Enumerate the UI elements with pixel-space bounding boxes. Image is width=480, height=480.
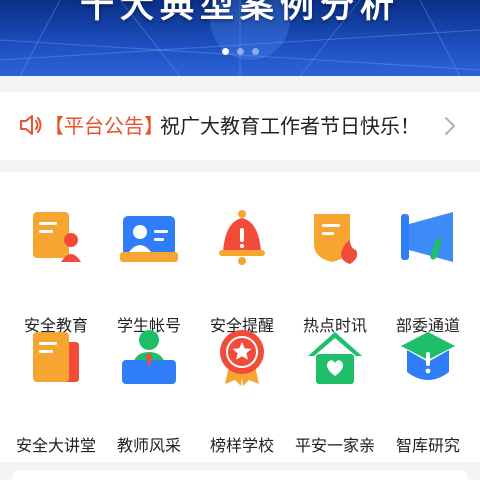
ministry-channel-megaphone-icon	[401, 212, 453, 262]
next-section-card	[12, 470, 468, 480]
announcement-text[interactable]: 祝广大教育工作者节日快乐！	[160, 114, 420, 138]
grid-item-think-tank[interactable]: 智库研究	[380, 328, 476, 455]
grid-item-ministry-channel[interactable]: 部委通道	[380, 208, 476, 335]
grid-item-label: 智库研究	[395, 436, 460, 455]
carousel-indicator	[0, 48, 480, 55]
function-grid: 安全教育 学生帐号 安全提醒 热点时讯 部委通道 安全大讲堂 教师风采 榜样学校…	[0, 172, 480, 462]
carousel-dot-1[interactable]	[221, 48, 229, 55]
banner-title: 十大典型案例分析	[80, 0, 400, 26]
safety-lecture-icon	[33, 332, 79, 382]
carousel-dot-3[interactable]	[251, 48, 259, 55]
grid-item-safety-alert[interactable]: 安全提醒	[194, 208, 290, 335]
student-account-icon	[120, 216, 178, 262]
chevron-right-icon[interactable]	[440, 114, 460, 138]
safety-alert-bell-icon	[219, 210, 265, 265]
grid-item-hot-news[interactable]: 热点时讯	[287, 208, 383, 335]
carousel-dot-2[interactable]	[236, 48, 244, 55]
grid-item-model-school[interactable]: 榜样学校	[194, 328, 290, 455]
grid-item-peaceful-family[interactable]: 平安一家亲	[287, 328, 383, 455]
peaceful-family-house-icon	[308, 332, 362, 384]
grid-item-label: 安全大讲堂	[15, 436, 96, 455]
model-school-badge-icon	[220, 330, 264, 386]
teacher-style-icon	[122, 330, 176, 384]
speaker-icon	[20, 115, 42, 135]
grid-item-safety-education[interactable]: 安全教育	[8, 208, 104, 335]
hot-news-icon	[314, 214, 358, 264]
safety-education-icon	[33, 212, 81, 262]
grid-item-label: 榜样学校	[209, 436, 274, 455]
announcement-tag: 【平台公告】	[44, 114, 164, 138]
grid-item-label: 教师风采	[116, 436, 181, 455]
grid-item-teacher-style[interactable]: 教师风采	[101, 328, 197, 455]
announcement-bar[interactable]: 【平台公告】 祝广大教育工作者节日快乐！	[0, 92, 480, 160]
think-tank-research-icon	[401, 332, 455, 380]
grid-item-label: 平安一家亲	[294, 436, 375, 455]
grid-item-student-account[interactable]: 学生帐号	[101, 208, 197, 335]
top-banner[interactable]: 十大典型案例分析	[0, 0, 480, 76]
grid-item-safety-lecture[interactable]: 安全大讲堂	[8, 328, 104, 455]
